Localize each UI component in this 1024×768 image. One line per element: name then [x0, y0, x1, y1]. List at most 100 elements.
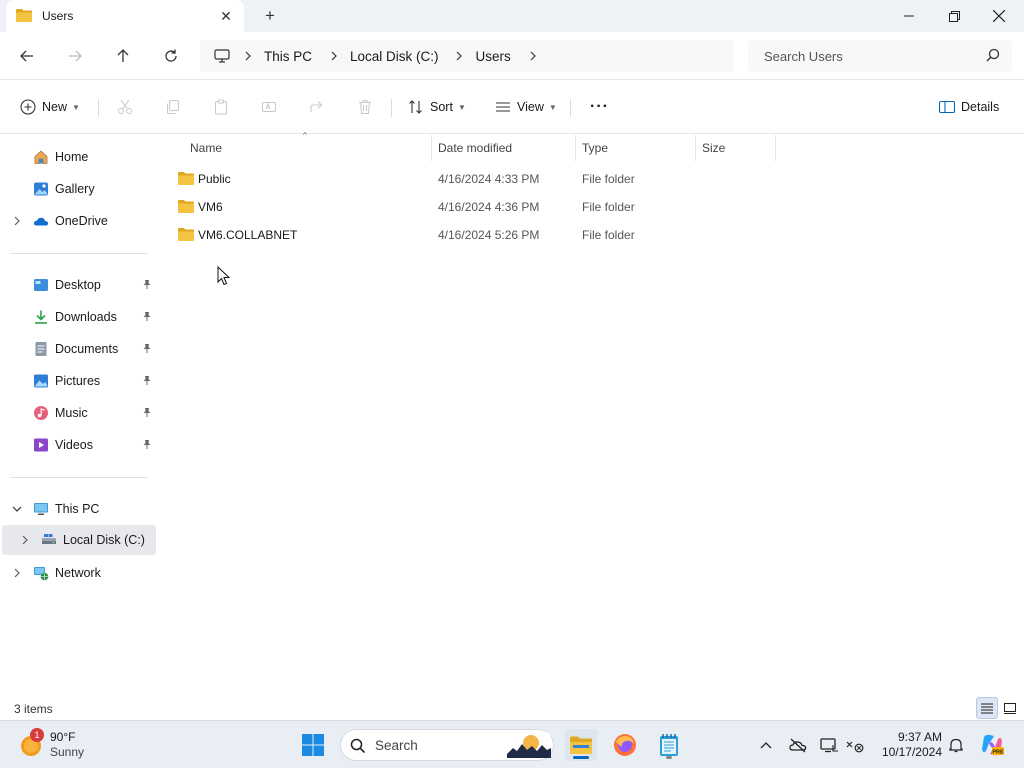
chevron-right-icon[interactable]	[525, 48, 541, 64]
column-type[interactable]: Type	[582, 141, 608, 155]
file-row-vm6-collabnet[interactable]: VM6.COLLABNET 4/16/2024 5:26 PM File fol…	[157, 220, 777, 248]
chevron-down-icon[interactable]	[11, 503, 23, 515]
copy-icon	[167, 100, 179, 114]
column-date-modified[interactable]: Date modified	[438, 141, 512, 155]
column-size[interactable]: Size	[702, 141, 725, 155]
new-tab-button[interactable]: +	[262, 7, 278, 24]
details-button[interactable]: Details	[939, 95, 999, 119]
sidebar-item-gallery[interactable]: Gallery	[0, 174, 157, 204]
column-divider[interactable]	[431, 135, 432, 161]
breadcrumb-local-disk[interactable]: Local Disk (C:)	[350, 49, 439, 64]
this-pc-icon	[33, 501, 49, 517]
details-view-button[interactable]	[976, 697, 998, 719]
display-icon	[820, 738, 838, 753]
sidebar-item-network[interactable]: Network	[0, 558, 157, 588]
delete-button[interactable]	[355, 97, 375, 117]
sidebar-item-this-pc[interactable]: This PC	[0, 494, 157, 524]
column-divider[interactable]	[575, 135, 576, 161]
search-input[interactable]: Search Users	[748, 40, 1012, 72]
column-divider[interactable]	[775, 135, 776, 161]
running-indicator	[666, 756, 672, 759]
notifications-button[interactable]	[946, 735, 966, 755]
tiles-view-button[interactable]	[999, 697, 1021, 719]
share-button[interactable]	[307, 97, 327, 117]
back-button[interactable]	[15, 44, 39, 68]
onedrive-status-button[interactable]	[788, 735, 808, 755]
sort-label: Sort	[430, 100, 453, 114]
see-more-button[interactable]: ···	[590, 95, 609, 119]
pin-icon[interactable]	[142, 311, 152, 324]
divider	[10, 477, 148, 478]
divider	[98, 99, 99, 117]
svg-text:PRE: PRE	[992, 750, 1004, 756]
file-name: VM6.COLLABNET	[198, 228, 298, 242]
rename-button[interactable]	[259, 97, 279, 117]
taskbar-file-explorer[interactable]	[565, 729, 597, 761]
sort-button[interactable]: Sort ▼	[408, 95, 466, 119]
taskbar-notepad[interactable]	[653, 729, 685, 761]
chevron-right-icon[interactable]	[240, 48, 256, 64]
paste-button[interactable]	[211, 97, 231, 117]
view-label: View	[517, 100, 544, 114]
copy-button[interactable]	[163, 97, 183, 117]
breadcrumb-users[interactable]: Users	[476, 49, 511, 64]
pin-icon[interactable]	[142, 439, 152, 452]
close-window-button[interactable]	[976, 0, 1022, 32]
up-button[interactable]	[111, 44, 135, 68]
file-row-public[interactable]: Public 4/16/2024 4:33 PM File folder	[157, 164, 777, 192]
sidebar-item-label: Gallery	[55, 182, 95, 196]
sidebar-item-label: Pictures	[55, 374, 101, 388]
pin-icon[interactable]	[142, 407, 152, 420]
maximize-button[interactable]	[931, 0, 977, 32]
file-row-vm6[interactable]: VM6 4/16/2024 4:36 PM File folder	[157, 192, 777, 220]
new-button[interactable]: New ▼	[20, 95, 80, 119]
close-tab-icon[interactable]: ✕	[218, 8, 234, 24]
cut-button[interactable]	[115, 97, 135, 117]
tab-users[interactable]: Users ✕	[6, 0, 244, 32]
breadcrumb[interactable]: This PC Local Disk (C:) Users	[200, 40, 734, 72]
monitor-icon[interactable]	[214, 49, 230, 63]
pin-icon[interactable]	[142, 279, 152, 292]
sidebar-item-music[interactable]: Music	[0, 398, 157, 428]
firefox-icon	[614, 734, 636, 756]
pin-icon[interactable]	[142, 343, 152, 356]
sidebar-item-desktop[interactable]: Desktop	[0, 270, 157, 300]
chevron-right-icon[interactable]	[451, 48, 467, 64]
view-button[interactable]: View ▼	[495, 95, 557, 119]
sidebar-item-home[interactable]: Home	[0, 142, 157, 172]
details-label: Details	[961, 100, 1000, 114]
sidebar-item-downloads[interactable]: Downloads	[0, 302, 157, 332]
sidebar-item-videos[interactable]: Videos	[0, 430, 157, 460]
copilot-button[interactable]: PRE	[980, 733, 1004, 757]
refresh-button[interactable]	[159, 44, 183, 68]
sidebar-item-onedrive[interactable]: OneDrive	[0, 206, 157, 236]
taskbar-search[interactable]: Search	[340, 729, 554, 761]
sidebar-item-label: Network	[55, 566, 101, 580]
column-name[interactable]: Name	[190, 141, 222, 155]
chevron-right-icon[interactable]	[11, 215, 23, 227]
search-icon[interactable]	[986, 48, 1000, 65]
chevron-right-icon[interactable]	[326, 48, 342, 64]
show-hidden-icons-button[interactable]	[756, 735, 776, 755]
pin-icon[interactable]	[142, 375, 152, 388]
chevron-down-icon: ▼	[457, 102, 466, 112]
network-disconnected-icon	[846, 741, 864, 753]
column-divider[interactable]	[695, 135, 696, 161]
chevron-right-icon[interactable]	[19, 534, 31, 546]
weather-condition: Sunny	[50, 745, 85, 759]
network-icon	[33, 565, 49, 581]
start-button[interactable]	[297, 729, 329, 761]
sidebar-item-pictures[interactable]: Pictures	[0, 366, 157, 396]
item-count: 3 items	[14, 702, 53, 716]
sidebar-item-local-disk[interactable]: Local Disk (C:)	[2, 525, 156, 555]
minimize-button[interactable]	[886, 0, 932, 32]
chevron-right-icon[interactable]	[11, 567, 23, 579]
display-button[interactable]	[819, 735, 839, 755]
weather-widget[interactable]: 1 90°F Sunny	[20, 728, 110, 761]
network-status-button[interactable]	[845, 735, 865, 755]
breadcrumb-this-pc[interactable]: This PC	[264, 49, 312, 64]
taskbar-clock[interactable]: 9:37 AM 10/17/2024	[870, 730, 942, 760]
sidebar-item-documents[interactable]: Documents	[0, 334, 157, 364]
forward-button[interactable]	[63, 44, 87, 68]
taskbar-firefox[interactable]	[609, 729, 641, 761]
